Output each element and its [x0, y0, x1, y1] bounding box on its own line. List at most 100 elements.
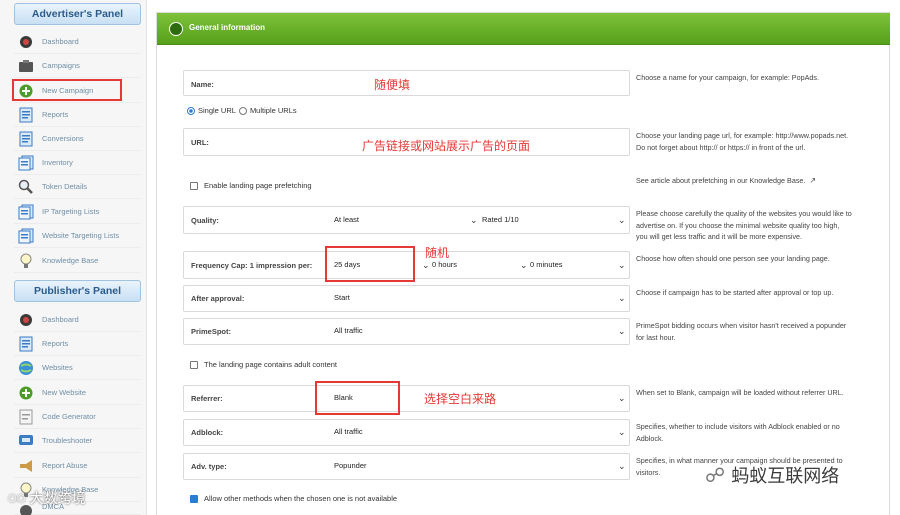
- adblock-label: Adblock:: [191, 428, 224, 437]
- chevron-down-icon: ⌄: [618, 260, 626, 270]
- watermark-left: ○○ 大数跨境: [8, 488, 85, 508]
- primespot-help: PrimeSpot bidding occurs when visitor ha…: [636, 321, 847, 342]
- watermark-left-icon: ○○: [8, 492, 26, 504]
- chevron-down-icon: ⌄: [618, 215, 626, 225]
- list-icon: [17, 227, 35, 245]
- adblock-help: Specifies, whether to include visitors w…: [636, 422, 840, 443]
- name-label: Name:: [191, 80, 214, 89]
- collapse-icon[interactable]: [169, 22, 183, 36]
- frequency-highlight-box: [325, 246, 415, 282]
- after-approval-select[interactable]: Start: [334, 289, 350, 307]
- sidebar-item-troubleshooter[interactable]: Troubleshooter: [14, 429, 141, 453]
- annotation-frequency: 随机: [425, 246, 450, 260]
- sidebar-item-pub-dashboard[interactable]: Dashboard: [14, 308, 141, 332]
- chevron-down-icon: ⌄: [618, 427, 626, 437]
- list-icon: [17, 203, 35, 221]
- sidebar-item-code-generator[interactable]: Code Generator: [14, 405, 141, 429]
- adblock-field: Adblock: All traffic ⌄: [183, 419, 630, 446]
- sidebar-item-label: Report Abuse: [42, 461, 88, 470]
- reports-icon: [17, 335, 35, 353]
- sidebar-item-ip-targeting-lists[interactable]: IP Targeting Lists: [14, 200, 141, 224]
- dashboard-icon: [17, 311, 35, 329]
- multiple-urls-label: Multiple URLs: [249, 106, 297, 115]
- campaigns-icon: [17, 57, 35, 75]
- chevron-down-icon: ⌄: [618, 293, 626, 303]
- prefetch-label: Enable landing page prefetching: [204, 181, 312, 190]
- allow-other-label: Allow other methods when the chosen one …: [204, 494, 398, 503]
- adblock-select[interactable]: All traffic: [334, 423, 363, 441]
- single-url-label: Single URL: [198, 106, 236, 115]
- quality-rating-select[interactable]: Rated 1/10: [482, 211, 519, 229]
- allow-other-checkbox-row[interactable]: Allow other methods when the chosen one …: [190, 494, 397, 503]
- sidebar-item-label: Campaigns: [42, 61, 80, 70]
- sidebar-item-pub-reports[interactable]: Reports: [14, 332, 141, 356]
- frequency-minutes-select[interactable]: 0 minutes: [530, 256, 563, 274]
- primespot-select[interactable]: All traffic: [334, 322, 363, 340]
- troubleshooter-icon: [17, 432, 35, 450]
- sidebar-item-label: Reports: [42, 339, 69, 348]
- code-icon: [17, 408, 35, 426]
- chevron-down-icon: ⌄: [618, 326, 626, 336]
- sidebar-item-reports[interactable]: Reports: [14, 103, 141, 127]
- sidebar-item-inventory[interactable]: Inventory: [14, 151, 141, 175]
- prefetch-checkbox-row[interactable]: Enable landing page prefetching: [190, 181, 312, 190]
- sidebar-item-token-details[interactable]: Token Details: [14, 175, 141, 199]
- plus-icon: [17, 384, 35, 402]
- prefetch-checkbox[interactable]: [190, 181, 198, 190]
- sidebar-item-knowledge-base[interactable]: Knowledge Base: [14, 249, 141, 273]
- url-label: URL:: [191, 138, 209, 147]
- watermark-right-text: 蚂蚁互联网络: [731, 466, 840, 487]
- referrer-help: When set to Blank, campaign will be load…: [636, 388, 844, 397]
- sidebar-item-website-targeting-lists[interactable]: Website Targeting Lists: [14, 224, 141, 248]
- adv-type-select[interactable]: Popunder: [334, 457, 367, 475]
- reports-icon: [17, 106, 35, 124]
- single-url-radio[interactable]: [187, 106, 195, 115]
- frequency-label: Frequency Cap: 1 impression per:: [191, 261, 313, 270]
- sidebar-item-websites[interactable]: Websites: [14, 356, 141, 380]
- name-help: Choose a name for your campaign, for exa…: [636, 73, 819, 82]
- adult-checkbox[interactable]: [190, 360, 198, 369]
- sidebar-item-label: Knowledge Base: [42, 256, 99, 265]
- chevron-down-icon: ⌄: [520, 260, 528, 270]
- prefetch-help-text: See article about prefetching in our Kno…: [636, 176, 806, 185]
- after-approval-help: Choose if campaign has to be started aft…: [636, 288, 834, 297]
- sidebar-item-new-website[interactable]: New Website: [14, 381, 141, 405]
- sidebar-item-dashboard[interactable]: Dashboard: [14, 30, 141, 54]
- sidebar-item-label: IP Targeting Lists: [42, 207, 100, 216]
- section-title: General information: [189, 23, 266, 32]
- sidebar: Advertiser's Panel Dashboard Campaigns N…: [0, 0, 147, 515]
- referrer-label: Referrer:: [191, 394, 223, 403]
- annotation-name: 随便填: [374, 78, 411, 92]
- conversions-icon: [17, 130, 35, 148]
- lightbulb-icon: [17, 252, 35, 270]
- quality-mode-select[interactable]: At least: [334, 211, 359, 229]
- adv-type-label: Adv. type:: [191, 462, 227, 471]
- sidebar-item-label: Dashboard: [42, 315, 79, 324]
- sidebar-item-label: New Website: [42, 388, 87, 397]
- watermark-left-text: 大数跨境: [29, 491, 86, 507]
- primespot-label: PrimeSpot:: [191, 327, 232, 336]
- chevron-down-icon: ⌄: [618, 393, 626, 403]
- quality-help: Please choose carefully the quality of t…: [636, 209, 852, 241]
- adv-type-field: Adv. type: Popunder ⌄: [183, 453, 630, 480]
- prefetch-help: See article about prefetching in our Kno…: [636, 175, 852, 187]
- primespot-field: PrimeSpot: All traffic ⌄: [183, 318, 630, 345]
- annotation-url: 广告链接或网站展示广告的页面: [362, 139, 531, 153]
- multiple-urls-radio[interactable]: [238, 106, 247, 115]
- sidebar-item-label: Token Details: [42, 182, 88, 191]
- sidebar-item-conversions[interactable]: Conversions: [14, 127, 141, 151]
- sidebar-item-campaigns[interactable]: Campaigns: [14, 54, 141, 78]
- annotation-referrer: 选择空白来路: [424, 392, 497, 406]
- advertiser-panel-header: Advertiser's Panel: [14, 3, 141, 25]
- section-header: General information: [157, 13, 890, 45]
- referrer-field: Referrer: Blank ⌄: [183, 385, 630, 412]
- url-help: Choose your landing page url, for exampl…: [636, 131, 849, 152]
- sidebar-item-report-abuse[interactable]: Report Abuse: [14, 454, 141, 478]
- adult-checkbox-row[interactable]: The landing page contains adult content: [190, 360, 337, 369]
- allow-other-checkbox[interactable]: [190, 494, 198, 503]
- sidebar-item-label: Dashboard: [42, 37, 79, 46]
- sidebar-item-label: Reports: [42, 110, 69, 119]
- sidebar-item-label: Code Generator: [42, 412, 96, 421]
- external-link-icon[interactable]: ↗: [809, 175, 816, 187]
- megaphone-icon: [17, 457, 35, 475]
